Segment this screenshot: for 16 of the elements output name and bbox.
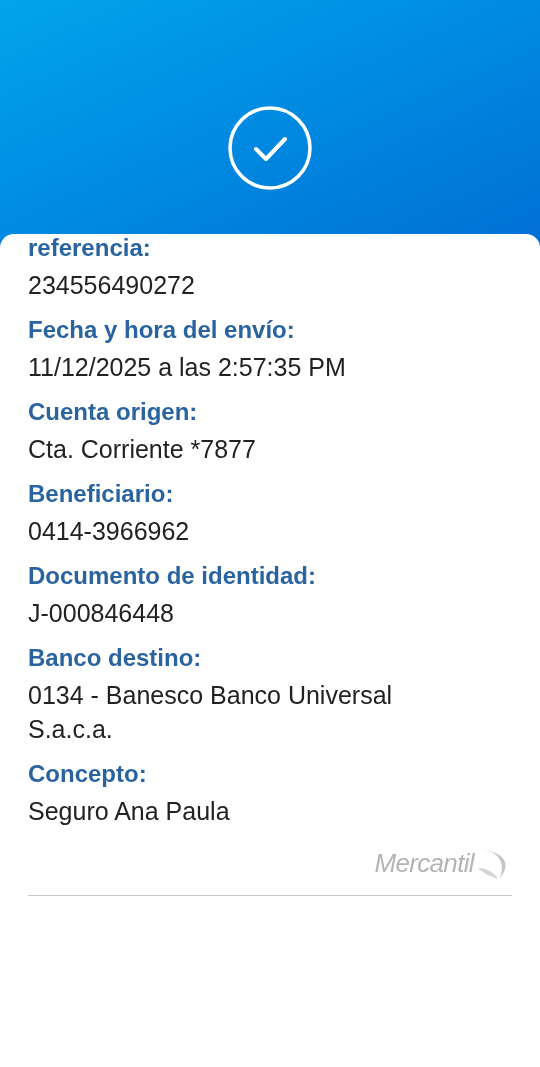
- field-label: referencia:: [28, 234, 152, 263]
- bank-logo-text: Mercantil: [374, 847, 474, 880]
- field-label: Cuenta origen:: [28, 397, 199, 427]
- field-value: 0414-3966962: [28, 516, 191, 547]
- field-label: Fecha y hora del envío:: [28, 315, 296, 345]
- field-value: J-000846448: [28, 598, 175, 629]
- field-label: Documento de identidad:: [28, 561, 317, 591]
- field-value: 0134 - Banesco Banco Universal S.a.c.a.: [28, 680, 394, 745]
- field-value: Seguro Ana Paula: [28, 796, 231, 827]
- checkmark-icon: [228, 106, 312, 190]
- field-value: 11/12/2025 a las 2:57:35 PM: [28, 352, 347, 383]
- field-label: Banco destino:: [28, 643, 203, 673]
- field-label: Beneficiario:: [28, 479, 175, 509]
- field-value: 234556490272: [28, 270, 196, 301]
- field-value: Cta. Corriente *7877: [28, 434, 257, 465]
- field-label: Concepto:: [28, 759, 148, 789]
